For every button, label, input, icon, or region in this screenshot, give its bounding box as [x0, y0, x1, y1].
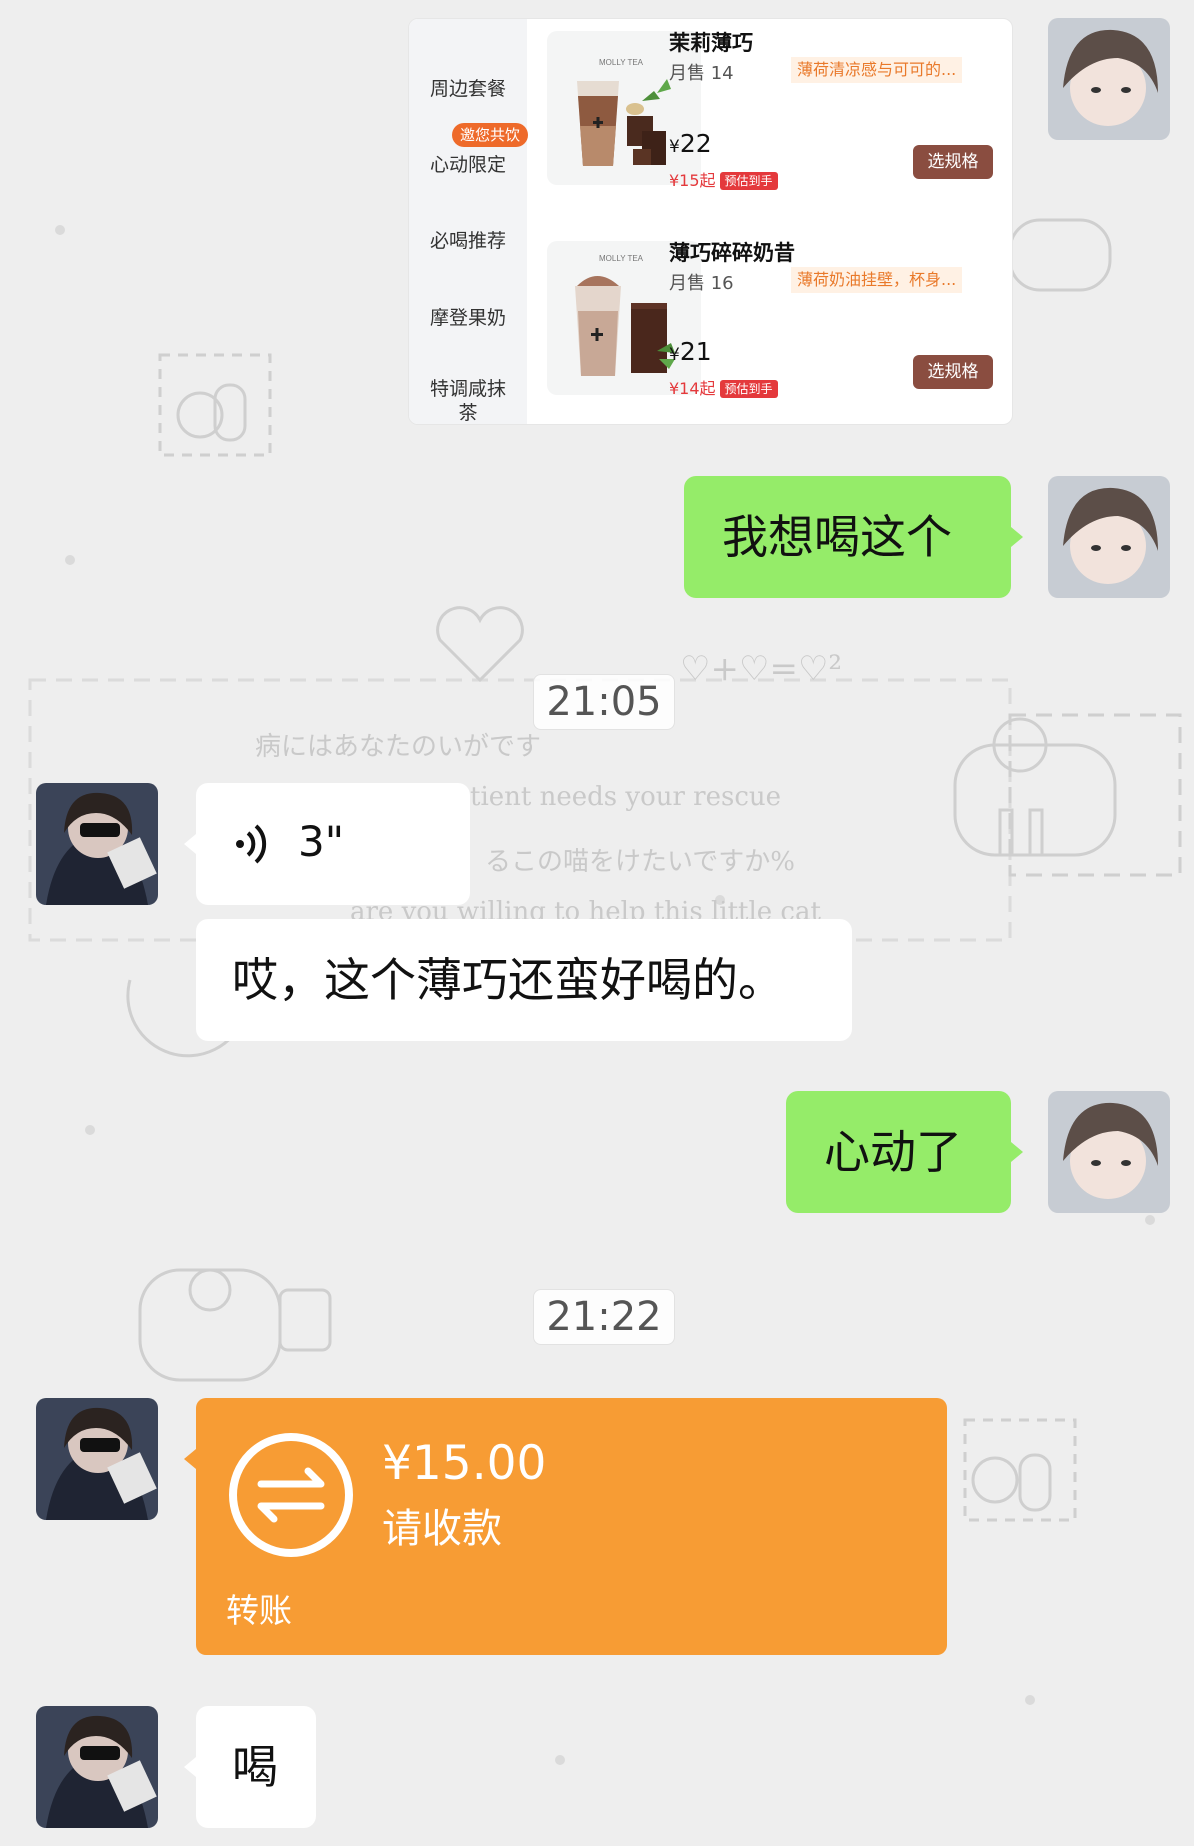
product-price: ¥22 — [669, 129, 712, 158]
transfer-amount: ¥15.00 — [382, 1436, 547, 1491]
voice-wave-icon — [236, 824, 267, 864]
wallpaper-heart-formula: ♡+♡=♡² — [680, 649, 842, 689]
contact-avatar[interactable] — [36, 1398, 158, 1520]
bubble-tail — [184, 1449, 196, 1469]
wallpaper-text-1: 病にはあなたのいがです — [255, 732, 541, 762]
estimate-tag: 预估到手 — [719, 172, 778, 190]
transfer-card[interactable]: ¥15.00 请收款 转账 — [196, 1398, 947, 1655]
select-spec-button[interactable]: 选规格 — [913, 355, 993, 389]
sidebar-item-merch[interactable]: 周边套餐 — [409, 77, 527, 101]
sidebar-item-matcha[interactable]: 特调咸抹茶 — [409, 377, 527, 424]
menu-sidebar: 周边套餐 邀您共饮 心动限定 必喝推荐 摩登果奶 特调咸抹茶 — [409, 19, 529, 424]
shop-menu-card[interactable]: 周边套餐 邀您共饮 心动限定 必喝推荐 摩登果奶 特调咸抹茶 MOLLY TEA… — [408, 18, 1013, 425]
sent-message-bubble[interactable]: 心动了 — [786, 1091, 1011, 1213]
product-sales: 月售 14 — [669, 63, 734, 84]
sidebar-item-limited[interactable]: 心动限定 — [409, 153, 527, 177]
product-price: ¥21 — [669, 337, 712, 366]
received-message-bubble[interactable]: 哎，这个薄巧还蛮好喝的。 — [196, 919, 852, 1041]
voice-duration: 3" — [298, 817, 345, 866]
my-avatar[interactable] — [1048, 18, 1170, 140]
voice-message-bubble[interactable]: 3" — [196, 783, 470, 905]
my-avatar[interactable] — [1048, 1091, 1170, 1213]
product-name[interactable]: 茉莉薄巧 — [669, 27, 753, 57]
bubble-tail — [1011, 527, 1023, 547]
message-text: 心动了 — [824, 1125, 962, 1179]
transfer-type-label: 转账 — [226, 1591, 292, 1630]
sidebar-item-recommended[interactable]: 必喝推荐 — [409, 229, 527, 253]
contact-avatar[interactable] — [36, 783, 158, 905]
estimate-tag: 预估到手 — [719, 380, 778, 398]
bubble-tail — [1011, 1142, 1023, 1162]
sent-message-bubble[interactable]: 我想喝这个 — [684, 476, 1011, 598]
transfer-status: 请收款 — [382, 1506, 502, 1552]
my-avatar[interactable] — [1048, 476, 1170, 598]
transfer-arrows-icon — [229, 1433, 353, 1557]
product-brand: MOLLY TEA — [599, 58, 644, 67]
product-name[interactable]: 薄巧碎碎奶昔 — [669, 237, 795, 267]
product-estimate: ¥15起 预估到手 — [669, 167, 778, 191]
product-brand: MOLLY TEA — [599, 254, 644, 263]
received-message-bubble[interactable]: 喝 — [196, 1706, 316, 1828]
product-estimate: ¥14起 预估到手 — [669, 375, 778, 399]
product-sales: 月售 16 — [669, 273, 734, 294]
sidebar-item-fruit-milk[interactable]: 摩登果奶 — [409, 306, 527, 330]
message-text: 喝 — [232, 1740, 278, 1794]
timestamp: 21:05 — [533, 674, 675, 730]
message-text: 哎，这个薄巧还蛮好喝的。 — [232, 953, 784, 1007]
wallpaper-text-2: tient needs your rescue — [470, 782, 781, 812]
select-spec-button[interactable]: 选规格 — [913, 145, 993, 179]
product-description: 薄荷清凉感与可可的... — [791, 57, 963, 83]
product-description: 薄荷奶油挂壁，杯身... — [791, 267, 963, 293]
message-text: 我想喝这个 — [722, 510, 952, 564]
contact-avatar[interactable] — [36, 1706, 158, 1828]
timestamp: 21:22 — [533, 1289, 675, 1345]
bubble-tail — [184, 1757, 196, 1777]
wallpaper-text-3: るこの喵をけたいですか% — [485, 847, 795, 877]
bubble-tail — [184, 834, 196, 854]
sidebar-badge: 邀您共饮 — [452, 123, 529, 147]
